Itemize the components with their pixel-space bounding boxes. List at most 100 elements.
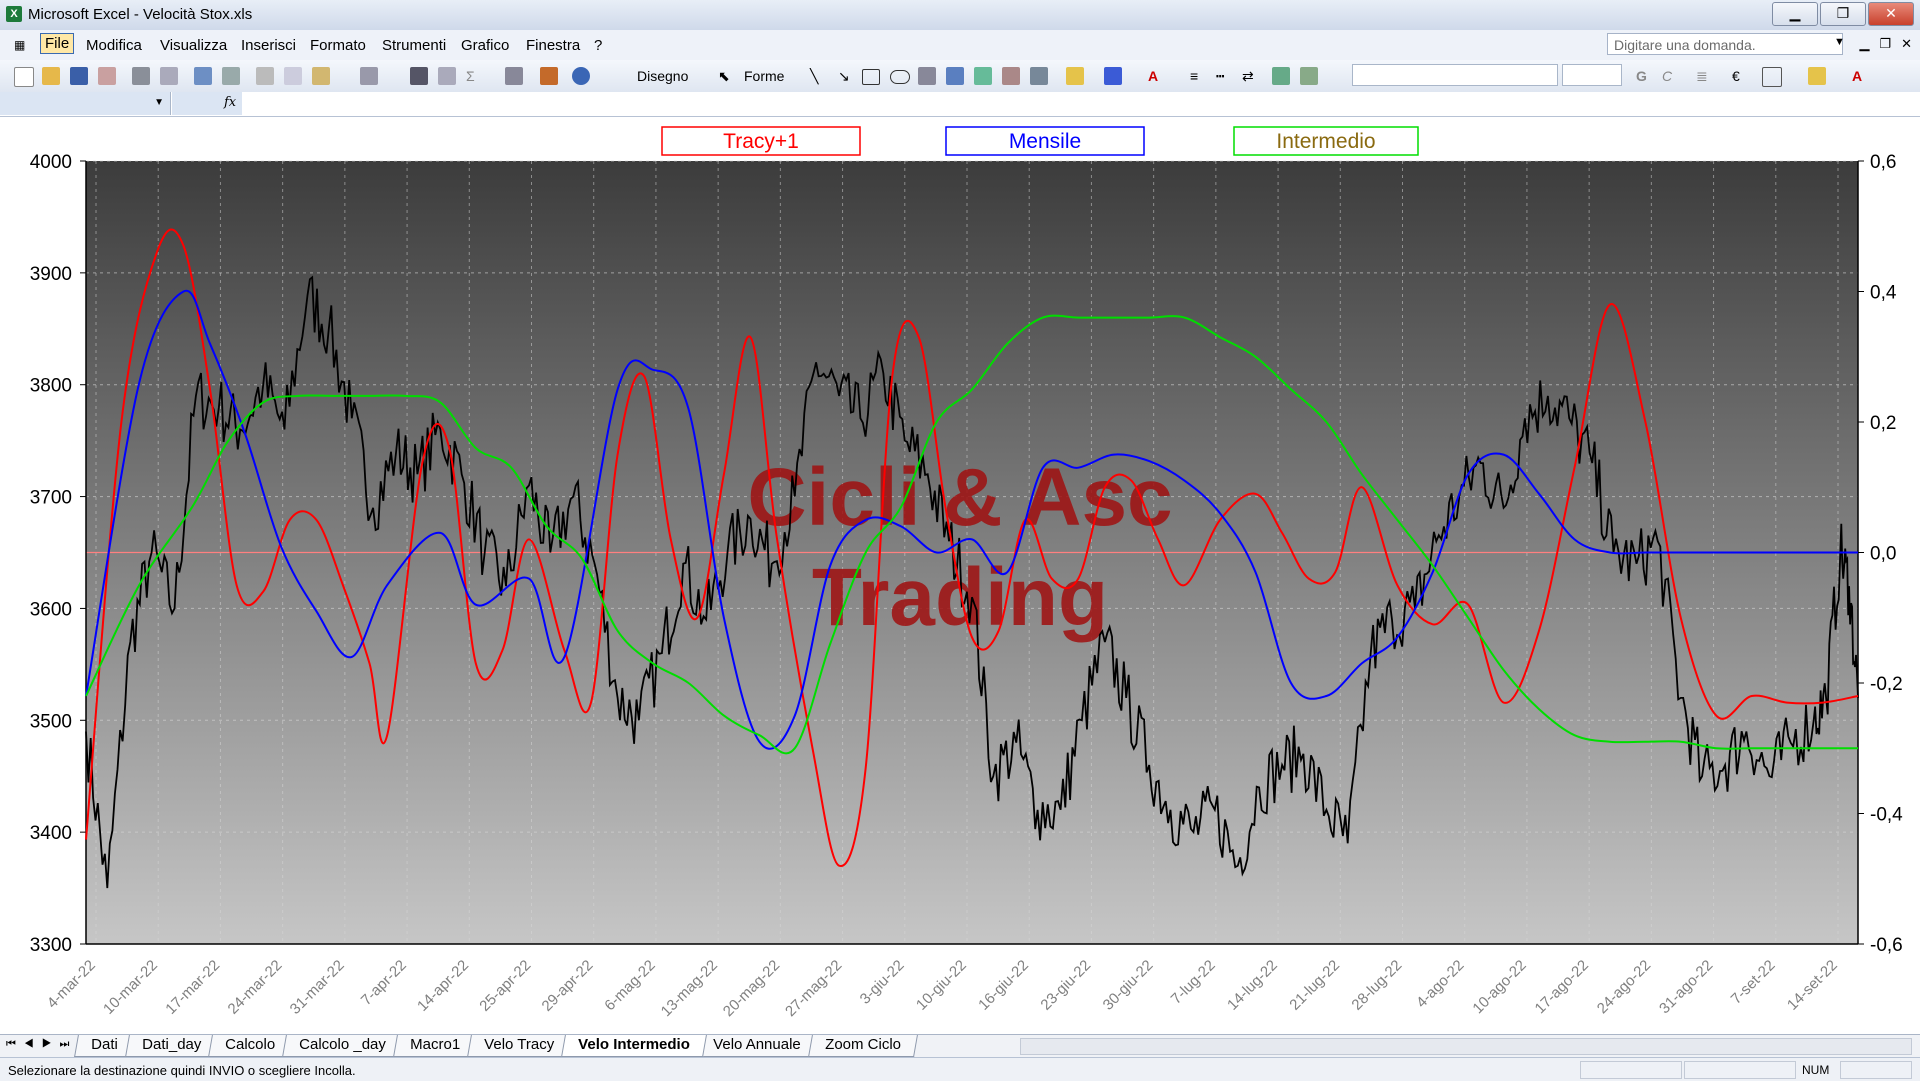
y-left-tick-label: 4000	[30, 152, 72, 173]
workbook-window-controls: ▁ ❐ ✕	[1859, 36, 1912, 52]
insert-function-area: fx	[172, 92, 242, 115]
research-icon[interactable]	[222, 67, 240, 85]
menu-strumenti[interactable]: Strumenti	[382, 37, 446, 54]
name-box-dropdown-icon[interactable]: ▼	[154, 97, 164, 108]
y-left-tick-label: 3400	[30, 823, 72, 844]
font-color-format-icon[interactable]: A	[1852, 68, 1862, 84]
copy-icon[interactable]	[284, 67, 302, 85]
align-icon[interactable]: ≣	[1696, 68, 1708, 85]
help-search-input[interactable]: Digitare una domanda.	[1607, 33, 1843, 55]
help-icon[interactable]	[572, 67, 590, 85]
chart-wizard-icon[interactable]	[540, 67, 558, 85]
menu-inserisci[interactable]: Inserisci	[241, 37, 296, 54]
workbook-minimize-icon[interactable]: ▁	[1859, 36, 1869, 52]
chart-area[interactable]: 4000 3900 3800 3700 3600 3500 3400 3300 0,6 0,4 0,…	[0, 117, 1920, 1034]
save-icon[interactable]	[70, 67, 88, 85]
y-right-tick-label: 0,4	[1870, 283, 1897, 304]
font-color-icon[interactable]: A	[1148, 68, 1158, 84]
menu-help[interactable]: ?	[594, 37, 602, 54]
undo-icon[interactable]	[360, 67, 378, 85]
select-objects-icon[interactable]: ⬉	[718, 68, 730, 85]
spelling-icon[interactable]	[194, 67, 212, 85]
x-tick-label: 30-giu-22	[1100, 957, 1157, 1014]
sheet-tab[interactable]: Velo Tracy	[466, 1035, 571, 1057]
sheet-tab-label: Velo Tracy	[483, 1036, 554, 1053]
hyperlink-icon[interactable]	[438, 67, 456, 85]
minimize-button[interactable]: ▁	[1772, 2, 1818, 26]
sheet-tab[interactable]: Macro1	[392, 1035, 477, 1057]
menu-modifica[interactable]: Modifica	[86, 37, 142, 54]
arrow-style-icon[interactable]: ⇄	[1242, 68, 1254, 85]
textbox-icon[interactable]	[918, 67, 936, 85]
print-icon[interactable]	[132, 67, 150, 85]
workbook-icon[interactable]: ▦	[14, 38, 25, 52]
line-style-icon[interactable]: ≡	[1190, 68, 1198, 84]
sheet-tab[interactable]: Zoom Ciclo	[808, 1035, 918, 1057]
menu-finestra[interactable]: Finestra	[526, 37, 580, 54]
close-button[interactable]: ✕	[1868, 2, 1914, 26]
bold-icon[interactable]: G	[1636, 68, 1647, 84]
autosum-icon[interactable]: Σ	[466, 68, 475, 84]
horizontal-scrollbar[interactable]	[1020, 1038, 1912, 1055]
print-preview-icon[interactable]	[160, 67, 178, 85]
rectangle-icon[interactable]	[862, 69, 880, 85]
open-icon[interactable]	[42, 67, 60, 85]
permission-icon[interactable]	[98, 67, 116, 85]
fill-color-format-icon[interactable]	[1808, 67, 1826, 85]
name-box[interactable]: ▼	[0, 92, 171, 115]
sheet-tab[interactable]: Calcolo	[207, 1035, 292, 1057]
oval-icon[interactable]	[890, 70, 910, 84]
x-tick-label: 6-mag-22	[601, 957, 658, 1014]
sheet-tab-label: Dati_day	[141, 1036, 202, 1053]
dash-style-icon[interactable]: ┅	[1216, 68, 1224, 85]
sheet-tab[interactable]: Dati_day	[124, 1035, 218, 1057]
draw-menu[interactable]: Disegno	[637, 68, 688, 84]
sheet-tab-label: Velo Annuale	[713, 1036, 802, 1053]
x-tick-label: 24-ago-22	[1594, 957, 1654, 1017]
diagram-icon[interactable]	[974, 67, 992, 85]
3d-icon[interactable]	[1300, 67, 1318, 85]
sheet-tab-label: Velo Intermedio	[577, 1036, 690, 1053]
sheet-tab[interactable]: Calcolo _day	[281, 1035, 403, 1057]
euro-icon[interactable]: €	[1732, 68, 1740, 84]
x-tick-label: 29-apr-22	[539, 957, 597, 1015]
y-right-tick-label: -0,2	[1870, 674, 1903, 695]
workbook-restore-icon[interactable]: ❐	[1879, 36, 1891, 52]
sheet-tab-label: Dati	[91, 1036, 118, 1053]
line-icon[interactable]: ╲	[810, 68, 818, 85]
new-icon[interactable]	[14, 67, 34, 87]
restore-button[interactable]: ❐	[1820, 2, 1866, 26]
menu-formato[interactable]: Formato	[310, 37, 366, 54]
y-left-tick-label: 3500	[30, 711, 72, 732]
excel-app-icon[interactable]: X	[6, 6, 22, 22]
borders-icon[interactable]	[1762, 67, 1782, 87]
autoshapes-menu[interactable]: Forme	[744, 68, 784, 84]
fill-color-icon[interactable]	[1066, 67, 1084, 85]
paste-icon[interactable]	[312, 67, 330, 85]
y-left-tick-label: 3700	[30, 488, 72, 509]
menu-grafico[interactable]: Grafico	[461, 37, 509, 54]
y-right-tick-label: -0,4	[1870, 805, 1903, 826]
fx-icon[interactable]: fx	[224, 95, 236, 110]
sheet-tab[interactable]: Velo Annuale	[696, 1035, 818, 1057]
shadow-icon[interactable]	[1272, 67, 1290, 85]
arrow-icon[interactable]: ↘	[838, 68, 850, 85]
sort-icon[interactable]	[505, 67, 523, 85]
workbook-close-icon[interactable]: ✕	[1901, 36, 1912, 52]
help-dropdown-icon[interactable]: ▼	[1834, 36, 1845, 48]
velocity-chart[interactable]: 4000 3900 3800 3700 3600 3500 3400 3300 0,6 0,4 0,…	[0, 117, 1920, 1034]
wordart-icon[interactable]	[946, 67, 964, 85]
font-size-combo[interactable]	[1562, 64, 1622, 86]
italic-icon[interactable]: C	[1662, 68, 1672, 84]
clipart-icon[interactable]	[1002, 67, 1020, 85]
line-color-icon[interactable]	[1104, 67, 1122, 85]
sheet-tab[interactable]: Velo Intermedio	[560, 1035, 707, 1057]
menu-visualizza[interactable]: Visualizza	[160, 37, 227, 54]
copy-chart-icon[interactable]	[410, 67, 428, 85]
picture-icon[interactable]	[1030, 67, 1048, 85]
sheet-tab-bar: ⏮◀▶⏭ Dati Dati_day Calcolo Calcolo _day Macr…	[0, 1034, 1920, 1057]
cut-icon[interactable]	[256, 67, 274, 85]
menu-file[interactable]: File	[40, 33, 75, 54]
sheet-nav-arrows[interactable]: ⏮◀▶⏭	[6, 1038, 77, 1051]
font-name-combo[interactable]	[1352, 64, 1558, 86]
